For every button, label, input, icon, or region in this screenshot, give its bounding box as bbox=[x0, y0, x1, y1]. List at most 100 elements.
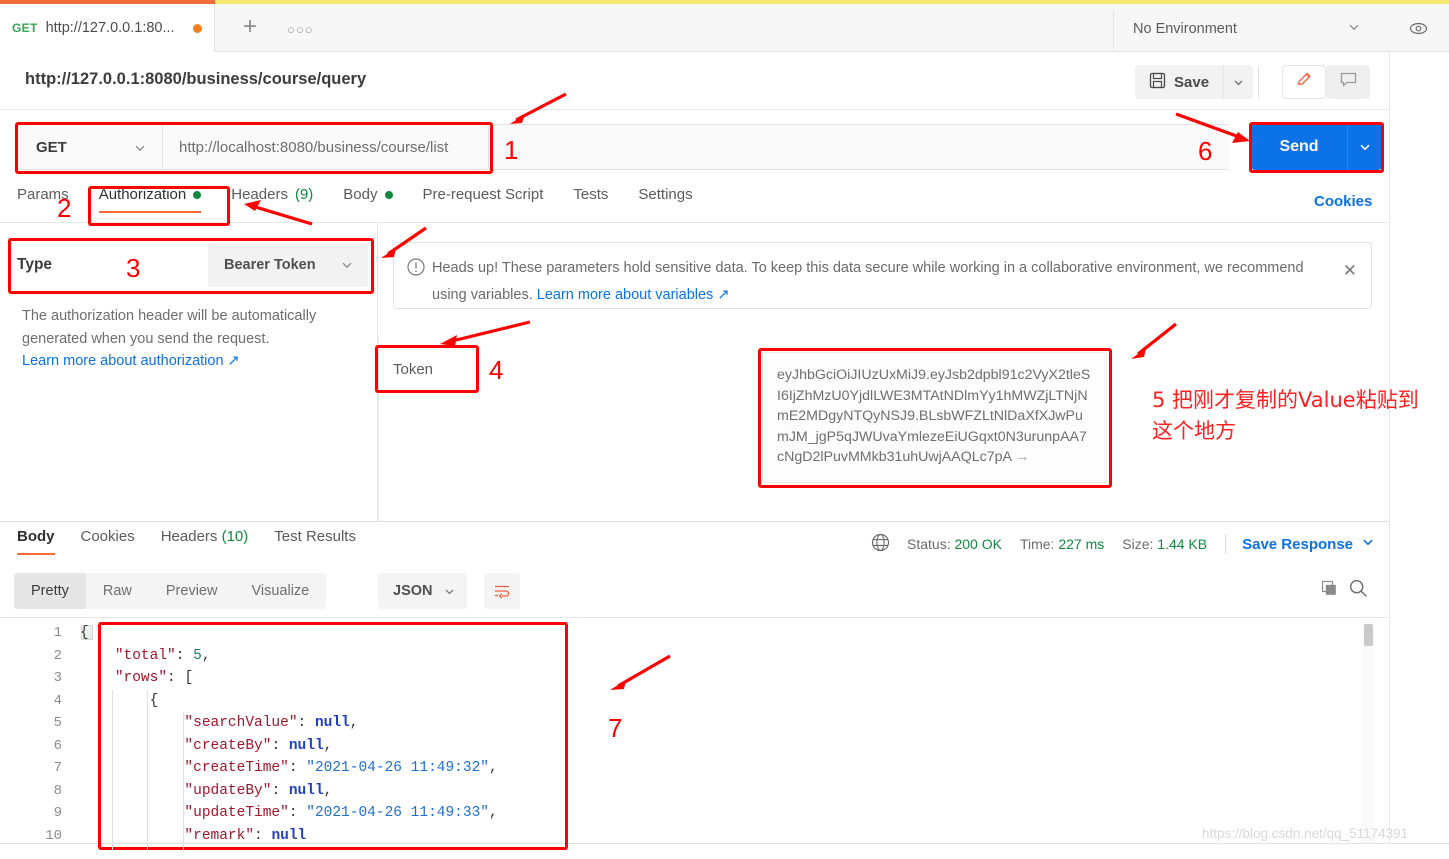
chevron-down-icon bbox=[1361, 535, 1375, 553]
divider bbox=[1113, 10, 1114, 50]
response-scrollbar-track[interactable] bbox=[1362, 622, 1374, 859]
sensitive-data-warning-banner: Heads up! These parameters hold sensitiv… bbox=[393, 242, 1372, 309]
divider bbox=[1225, 534, 1227, 554]
format-raw[interactable]: Raw bbox=[86, 573, 149, 609]
cookies-link[interactable]: Cookies bbox=[1314, 193, 1372, 210]
save-button-label: Save bbox=[1174, 73, 1210, 91]
chevron-down-icon bbox=[1347, 20, 1361, 39]
divider bbox=[0, 617, 1389, 618]
auth-type-selector[interactable]: Bearer Token bbox=[208, 243, 368, 287]
warning-text: Heads up! These parameters hold sensitiv… bbox=[432, 255, 1312, 309]
annotation-arrow-3 bbox=[381, 226, 427, 258]
environment-label: No Environment bbox=[1133, 21, 1237, 37]
response-language-label: JSON bbox=[393, 583, 433, 599]
request-tab[interactable]: GET http://127.0.0.1:80... bbox=[0, 4, 215, 52]
auth-learn-more-link[interactable]: Learn more about authorization ↗ bbox=[22, 353, 240, 369]
line-number: 1 bbox=[53, 625, 62, 641]
chevron-down-icon bbox=[340, 258, 354, 277]
edit-description-button[interactable] bbox=[1282, 65, 1326, 99]
size-label: Size: bbox=[1122, 536, 1154, 552]
status-code-item: Status: 200 OK bbox=[907, 536, 1002, 552]
send-button[interactable]: Send bbox=[1251, 124, 1382, 170]
learn-more-variables-link[interactable]: Learn more about variables ↗ bbox=[537, 287, 730, 303]
url-input[interactable]: http://localhost:8080/business/course/li… bbox=[163, 139, 488, 156]
tab-pre-request-script[interactable]: Pre-request Script bbox=[423, 186, 544, 211]
line-number: 2 bbox=[53, 647, 62, 664]
tab-method-label: GET bbox=[12, 21, 38, 35]
indent-guide bbox=[183, 712, 184, 852]
response-tab-headers-count: (10) bbox=[221, 528, 249, 545]
response-body-code[interactable]: { "total": 5, "rows": [ { "searchValue":… bbox=[80, 622, 1360, 859]
tab-settings[interactable]: Settings bbox=[638, 186, 692, 211]
tab-authorization-label: Authorization bbox=[98, 186, 187, 203]
search-icon[interactable] bbox=[1348, 578, 1369, 604]
line-number: 5 bbox=[53, 715, 62, 731]
tab-body[interactable]: Body bbox=[343, 186, 393, 211]
annotation-note-chinese: 5 把刚才复制的Value粘贴到这个地方 bbox=[1152, 388, 1419, 443]
response-tab-body[interactable]: Body bbox=[17, 528, 55, 555]
response-language-selector[interactable]: JSON bbox=[378, 573, 467, 609]
send-options-chevron-down-icon[interactable] bbox=[1348, 140, 1382, 154]
line-number: 7 bbox=[53, 760, 62, 776]
indent-guide bbox=[147, 690, 148, 850]
annotation-number-4: 4 bbox=[489, 355, 504, 385]
line-number: 4 bbox=[53, 692, 62, 709]
save-button-group: Save bbox=[1135, 65, 1254, 99]
format-visualize[interactable]: Visualize bbox=[234, 573, 326, 609]
response-status-bar: Status: 200 OK Time: 227 ms Size: 1.44 K… bbox=[870, 532, 1375, 556]
line-number: 3 bbox=[53, 670, 62, 686]
chevron-down-icon bbox=[133, 141, 147, 160]
code-line: "updateTime": "2021-04-26 11:49:33", bbox=[184, 805, 498, 821]
annotation-arrow-4 bbox=[440, 320, 531, 346]
annotation-arrow-2 bbox=[244, 200, 313, 226]
token-value-text: eyJhbGciOiJIUzUxMiJ9.eyJsb2dpbl91c2VyX2t… bbox=[777, 367, 1091, 465]
line-number-gutter: 1 2 3 4 5 6 7 8 9 10 bbox=[0, 622, 75, 859]
tab-more-options-icon[interactable]: ○○○ bbox=[287, 22, 314, 37]
response-tab-headers[interactable]: Headers (10) bbox=[161, 528, 249, 553]
new-tab-button[interactable]: + bbox=[238, 15, 262, 40]
line-number: 8 bbox=[53, 782, 62, 799]
format-pretty[interactable]: Pretty bbox=[14, 573, 86, 609]
save-button[interactable]: Save bbox=[1135, 65, 1224, 99]
token-value-input[interactable]: eyJhbGciOiJIUzUxMiJ9.eyJsb2dpbl91c2VyX2t… bbox=[762, 352, 1107, 483]
save-response-button[interactable]: Save Response bbox=[1242, 535, 1375, 553]
word-wrap-icon[interactable] bbox=[484, 573, 520, 609]
environment-selector[interactable]: No Environment bbox=[1133, 18, 1383, 40]
time-label: Time: bbox=[1019, 536, 1055, 552]
eye-icon[interactable] bbox=[1408, 18, 1429, 44]
floppy-disk-icon bbox=[1149, 72, 1166, 93]
save-response-label: Save Response bbox=[1242, 535, 1353, 553]
annotation-arrow-1 bbox=[510, 92, 567, 124]
response-tab-cookies[interactable]: Cookies bbox=[81, 528, 135, 553]
http-method-selector[interactable]: GET bbox=[18, 125, 163, 169]
close-icon[interactable]: ✕ bbox=[1343, 261, 1357, 281]
code-line: { bbox=[149, 692, 159, 709]
request-tabs: Params Authorization Headers (9) Body Pre… bbox=[17, 186, 1372, 222]
copy-icon[interactable] bbox=[1320, 579, 1339, 603]
token-label: Token bbox=[393, 360, 434, 378]
annotation-arrow-6 bbox=[1175, 112, 1250, 143]
response-tab-headers-label: Headers bbox=[160, 528, 218, 545]
tab-tests[interactable]: Tests bbox=[573, 186, 608, 211]
comment-icon bbox=[1339, 70, 1358, 94]
indent-guide bbox=[112, 690, 113, 850]
auth-type-label: Type bbox=[17, 256, 53, 273]
annotation-number-7: 7 bbox=[608, 713, 623, 743]
tab-authorization[interactable]: Authorization bbox=[98, 186, 202, 213]
response-scrollbar-thumb[interactable] bbox=[1364, 624, 1373, 646]
response-size-item: Size: 1.44 KB bbox=[1122, 536, 1207, 552]
save-options-button[interactable] bbox=[1223, 65, 1254, 99]
format-preview[interactable]: Preview bbox=[149, 573, 235, 609]
code-line: "updateBy": null, bbox=[184, 782, 333, 799]
auth-type-row: Type Bearer Token bbox=[17, 243, 368, 287]
code-line: "createTime": "2021-04-26 11:49:32", bbox=[184, 760, 498, 776]
code-line: { bbox=[80, 625, 89, 641]
expand-arrow-icon[interactable]: → bbox=[1011, 449, 1029, 465]
annotation-number-2: 2 bbox=[57, 193, 72, 223]
comments-button[interactable] bbox=[1326, 65, 1370, 99]
response-format-group: Pretty Raw Preview Visualize bbox=[14, 573, 327, 609]
code-line: "createBy": null, bbox=[184, 737, 333, 754]
annotation-number-1: 1 bbox=[504, 135, 519, 165]
response-tab-test-results[interactable]: Test Results bbox=[274, 528, 356, 553]
annotation-number-3: 3 bbox=[126, 253, 141, 283]
